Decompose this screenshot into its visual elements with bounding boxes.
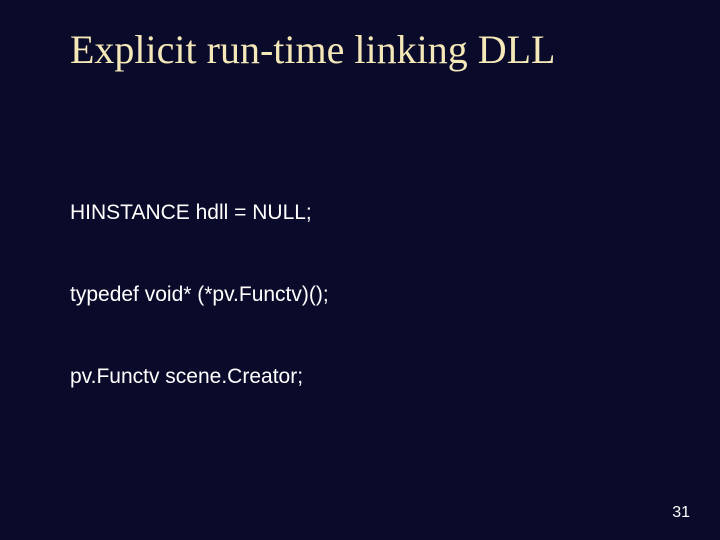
code-line: typedef void* (*pv.Functv)(); bbox=[70, 281, 670, 308]
slide-title: Explicit run-time linking DLL bbox=[70, 28, 670, 72]
code-line: HINSTANCE hdll = NULL; bbox=[70, 199, 670, 226]
page-number: 31 bbox=[672, 504, 690, 522]
slide: Explicit run-time linking DLL HINSTANCE … bbox=[0, 0, 720, 540]
code-line: pv.Functv scene.Creator; bbox=[70, 363, 670, 390]
code-content: HINSTANCE hdll = NULL; typedef void* (*p… bbox=[70, 90, 670, 540]
code-block-1: HINSTANCE hdll = NULL; typedef void* (*p… bbox=[70, 145, 670, 445]
